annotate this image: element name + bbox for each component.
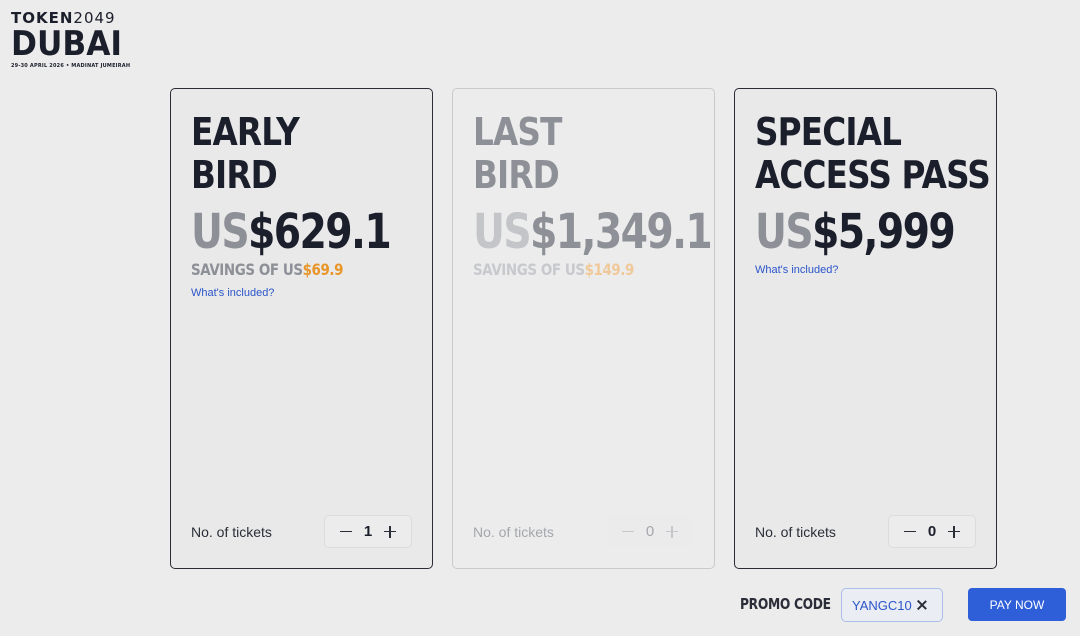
pay-now-button[interactable]: PAY NOW (968, 588, 1066, 621)
price-currency: US (191, 204, 250, 260)
quantity-value: 1 (363, 523, 373, 540)
ticket-price: US$5,999 (755, 204, 956, 260)
promo-code-chip[interactable]: YANGC10 (841, 588, 943, 622)
ticket-quantity-row: No. of tickets 1 (191, 515, 412, 548)
quantity-label: No. of tickets (755, 523, 836, 540)
ticket-title-line2: BIRD (473, 153, 560, 197)
increment-button[interactable] (946, 524, 962, 540)
ticket-card-last-bird: LAST BIRD US$1,349.1 SAVINGS OF US$149.9… (452, 88, 715, 569)
quantity-stepper: 1 (324, 515, 412, 548)
price-amount: $5,999 (812, 204, 956, 260)
promo-code-label: PROMO CODE (740, 595, 831, 613)
savings-amount: $69.9 (302, 260, 344, 279)
ticket-savings: SAVINGS OF US$69.9 (191, 260, 377, 280)
ticket-title: LAST BIRD (473, 111, 731, 197)
quantity-stepper: 0 (606, 515, 694, 548)
promo-code-value: YANGC10 (852, 597, 912, 613)
token2049-logo[interactable]: TOKEN2049 DUBAI 29-30 APRIL 2026 • MADIN… (11, 10, 130, 70)
ticket-title: EARLY BIRD (191, 111, 449, 197)
logo-city: DUBAI (11, 24, 123, 64)
ticket-title-line2: BIRD (191, 153, 278, 197)
ticket-title-line1: LAST (473, 110, 562, 154)
ticket-quantity-row: No. of tickets 0 (473, 515, 694, 548)
price-currency: US (755, 204, 814, 260)
quantity-label: No. of tickets (191, 523, 272, 540)
whats-included-link[interactable]: What's included? (191, 287, 274, 299)
price-currency: US (473, 204, 532, 260)
quantity-value: 0 (645, 523, 655, 540)
decrement-button (620, 524, 636, 540)
ticket-title-line2: ACCESS PASS (755, 153, 991, 197)
ticket-checkout-page: TOKEN2049 DUBAI 29-30 APRIL 2026 • MADIN… (0, 0, 1080, 636)
increment-button[interactable] (382, 524, 398, 540)
ticket-price: US$629.1 (191, 204, 392, 260)
quantity-stepper: 0 (888, 515, 976, 548)
whats-included-link[interactable]: What's included? (755, 264, 838, 276)
decrement-button[interactable] (338, 524, 354, 540)
ticket-title-line1: EARLY (191, 110, 300, 154)
ticket-savings: SAVINGS OF US$149.9 (473, 260, 659, 280)
ticket-title-line1: SPECIAL (755, 110, 902, 154)
quantity-label: No. of tickets (473, 523, 554, 540)
ticket-card-early-bird: EARLY BIRD US$629.1 SAVINGS OF US$69.9 W… (170, 88, 433, 569)
ticket-title: SPECIAL ACCESS PASS (755, 111, 1013, 197)
price-amount: $629.1 (248, 204, 392, 260)
price-amount: $1,349.1 (530, 204, 713, 260)
ticket-quantity-row: No. of tickets 0 (755, 515, 976, 548)
savings-amount: $149.9 (584, 260, 635, 279)
quantity-value: 0 (927, 523, 937, 540)
increment-button (664, 524, 680, 540)
remove-promo-close-icon[interactable] (916, 599, 928, 611)
savings-label: SAVINGS OF US (473, 260, 585, 279)
ticket-card-special-access-pass: SPECIAL ACCESS PASS US$5,999 What's incl… (734, 88, 997, 569)
decrement-button[interactable] (902, 524, 918, 540)
ticket-price: US$1,349.1 (473, 204, 713, 260)
savings-label: SAVINGS OF US (191, 260, 303, 279)
